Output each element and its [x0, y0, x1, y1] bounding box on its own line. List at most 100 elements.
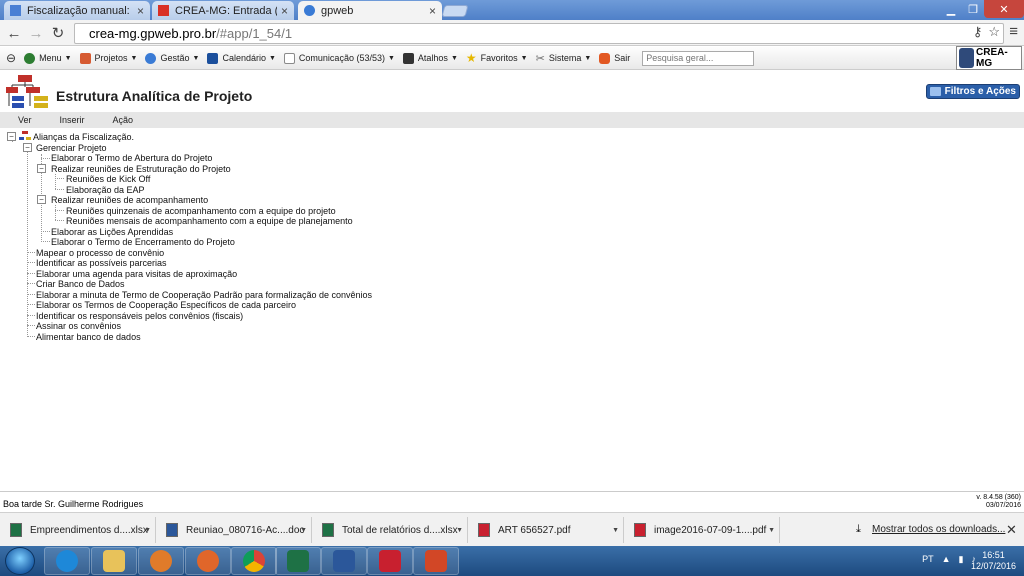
crea-seal-icon [959, 48, 975, 68]
global-search-input[interactable] [642, 50, 755, 66]
menu-item-sistema[interactable]: ✂ Sistema ▼ [536, 52, 592, 65]
collapse-toggle[interactable]: − [23, 143, 32, 152]
back-arrow-icon[interactable]: ← [4, 23, 24, 43]
submenu-ver[interactable]: Ver [18, 115, 32, 125]
show-all-downloads-link[interactable]: Mostrar todos os downloads... [872, 524, 1005, 535]
menu-item-comunicacao[interactable]: Comunicação (53/53) ▼ [283, 52, 395, 64]
tree-node[interactable]: Elaborar os Termos de Cooperação Específ… [36, 300, 296, 310]
management-icon [145, 52, 157, 64]
collapse-toggle[interactable]: − [37, 195, 46, 204]
tree-node-root[interactable]: Alianças da Fiscalização. [33, 132, 134, 142]
word-icon [166, 523, 178, 537]
close-downloads-icon[interactable]: ✕ [1006, 522, 1017, 538]
minimize-icon[interactable]: ▁ [940, 0, 962, 18]
download-item[interactable]: Total de relatórios d....xlsx ▼ [316, 517, 468, 543]
download-item[interactable]: Reuniao_080716-Ac....doc ▼ [160, 517, 312, 543]
tree-node[interactable]: Realizar reuniões de acompanhamento [51, 195, 208, 205]
submenu-acao[interactable]: Ação [113, 115, 134, 125]
tree-node[interactable]: Realizar reuniões de Estruturação do Pro… [51, 164, 231, 174]
close-icon[interactable]: × [281, 4, 288, 18]
taskbar-acrobat[interactable] [367, 547, 413, 575]
app-menu-bar: ⊖ Menu ▼ Projetos ▼ Gestão ▼ Calendário ▼ Co… [0, 47, 1024, 70]
menu-item-projetos[interactable]: Projetos ▼ [79, 52, 137, 64]
browser-tab-gpweb[interactable]: gpweb × [298, 1, 442, 20]
chevron-down-icon[interactable]: ▼ [144, 527, 151, 534]
taskbar-excel[interactable] [275, 547, 321, 575]
page-submenu: Ver Inserir Ação [0, 112, 1024, 128]
menu-item-atalhos[interactable]: Atalhos ▼ [402, 52, 458, 64]
version-date: 03/07/2016 [985, 502, 1021, 509]
collapse-toggle[interactable]: − [7, 132, 16, 141]
taskbar-chrome[interactable] [231, 547, 277, 575]
tree-node[interactable]: Elaborar a minuta de Termo de Cooperação… [36, 290, 372, 300]
tree-node[interactable]: Elaboração da EAP [66, 185, 145, 195]
taskbar-firefox[interactable] [185, 547, 231, 575]
taskbar-explorer[interactable] [91, 547, 137, 575]
chevron-down-icon: ▼ [387, 54, 395, 62]
new-tab-button[interactable] [441, 5, 469, 17]
wbs-tree: − Alianças da Fiscalização. − Gerenciar … [0, 128, 1024, 491]
network-icon[interactable]: ▮ [959, 554, 964, 565]
tree-node[interactable]: Reuniões quinzenais de acompanhamento co… [66, 206, 336, 216]
tree-node[interactable]: Reuniões de Kick Off [66, 174, 150, 184]
tree-node[interactable]: Elaborar uma agenda para visitas de apro… [36, 269, 237, 279]
taskbar-media-player[interactable] [138, 547, 184, 575]
forward-arrow-icon[interactable]: → [26, 23, 46, 43]
tree-node[interactable]: Elaborar o Termo de Encerramento do Proj… [51, 237, 235, 247]
tree-node[interactable]: Mapear o processo de convênio [36, 248, 164, 258]
key-icon[interactable]: ⚷ [973, 24, 983, 40]
collapse-toggle[interactable]: − [37, 164, 46, 173]
explorer-icon [103, 550, 125, 572]
download-item[interactable]: Empreendimentos d....xlsx ▼ [4, 517, 156, 543]
chevron-down-icon[interactable]: ▼ [768, 527, 775, 534]
menu-item-gestao[interactable]: Gestão ▼ [145, 52, 199, 64]
gmail-icon [158, 5, 169, 16]
menu-label: Favoritos [480, 53, 518, 63]
url-host: crea-mg.gpweb.pro.br [89, 26, 217, 41]
download-item[interactable]: image2016-07-09-1....pdf ▼ [628, 517, 780, 543]
tree-node[interactable]: Elaborar o Termo de Abertura do Projeto [51, 153, 212, 163]
tray-arrow-icon[interactable]: ▲ [942, 554, 951, 565]
download-item[interactable]: ART 656527.pdf ▼ [472, 517, 624, 543]
chevron-down-icon[interactable]: ▼ [612, 527, 619, 534]
close-icon[interactable]: × [137, 4, 144, 18]
back-circle-icon[interactable]: ⊖ [6, 51, 16, 65]
windows-taskbar: PT ▲ ▮ ♪ 16:51 12/07/2016 [0, 546, 1024, 576]
taskbar-powerpoint[interactable] [413, 547, 459, 575]
menu-item-calendario[interactable]: Calendário ▼ [207, 52, 276, 64]
close-icon[interactable]: × [429, 4, 436, 18]
menu-item-menu[interactable]: Menu ▼ [24, 52, 72, 64]
taskbar-clock[interactable]: 16:51 12/07/2016 [971, 550, 1016, 572]
tree-node[interactable]: Gerenciar Projeto [36, 143, 107, 153]
address-bar[interactable]: crea-mg.gpweb.pro.br/#app/1_54/1 [74, 23, 1004, 44]
tree-node[interactable]: Alimentar banco de dados [36, 332, 141, 342]
language-indicator[interactable]: PT [922, 554, 934, 565]
menu-label: Sair [614, 53, 631, 63]
tree-node[interactable]: Criar Banco de Dados [36, 279, 125, 289]
browser-tab-fiscalizacao[interactable]: Fiscalização manual: a Eng × [4, 1, 150, 20]
clock-date: 12/07/2016 [970, 561, 1016, 571]
menu-item-sair[interactable]: Sair [599, 52, 631, 64]
restore-icon[interactable]: ❐ [962, 0, 984, 18]
bookmark-star-icon[interactable]: ☆ [988, 24, 1000, 40]
browser-menu-icon[interactable]: ≡ [1009, 23, 1018, 40]
download-filename: Reuniao_080716-Ac....doc [186, 524, 305, 536]
download-filename: ART 656527.pdf [498, 524, 571, 536]
tree-node[interactable]: Identificar os responsáveis pelos convên… [36, 311, 243, 321]
submenu-inserir[interactable]: Inserir [60, 115, 85, 125]
chevron-down-icon[interactable]: ▼ [456, 527, 463, 534]
windows-start-button[interactable] [5, 547, 35, 575]
window-close-icon[interactable]: ✕ [984, 0, 1024, 18]
tree-node[interactable]: Assinar os convênios [36, 321, 121, 331]
menu-item-favoritos[interactable]: ★ Favoritos ▼ [466, 51, 528, 65]
chevron-down-icon[interactable]: ▼ [300, 527, 307, 534]
document-icon [10, 5, 21, 16]
tree-node[interactable]: Identificar as possíveis parcerias [36, 258, 167, 268]
tree-node[interactable]: Reuniões mensais de acompanhamento com a… [66, 216, 353, 226]
browser-tab-email[interactable]: CREA-MG: Entrada (330) × [152, 1, 294, 20]
tree-node[interactable]: Elaborar as Lições Aprendidas [51, 227, 173, 237]
filters-actions-button[interactable]: Filtros e Ações [925, 84, 1020, 99]
taskbar-ie[interactable] [44, 547, 90, 575]
taskbar-word[interactable] [321, 547, 367, 575]
reload-icon[interactable]: ↻ [48, 23, 68, 43]
